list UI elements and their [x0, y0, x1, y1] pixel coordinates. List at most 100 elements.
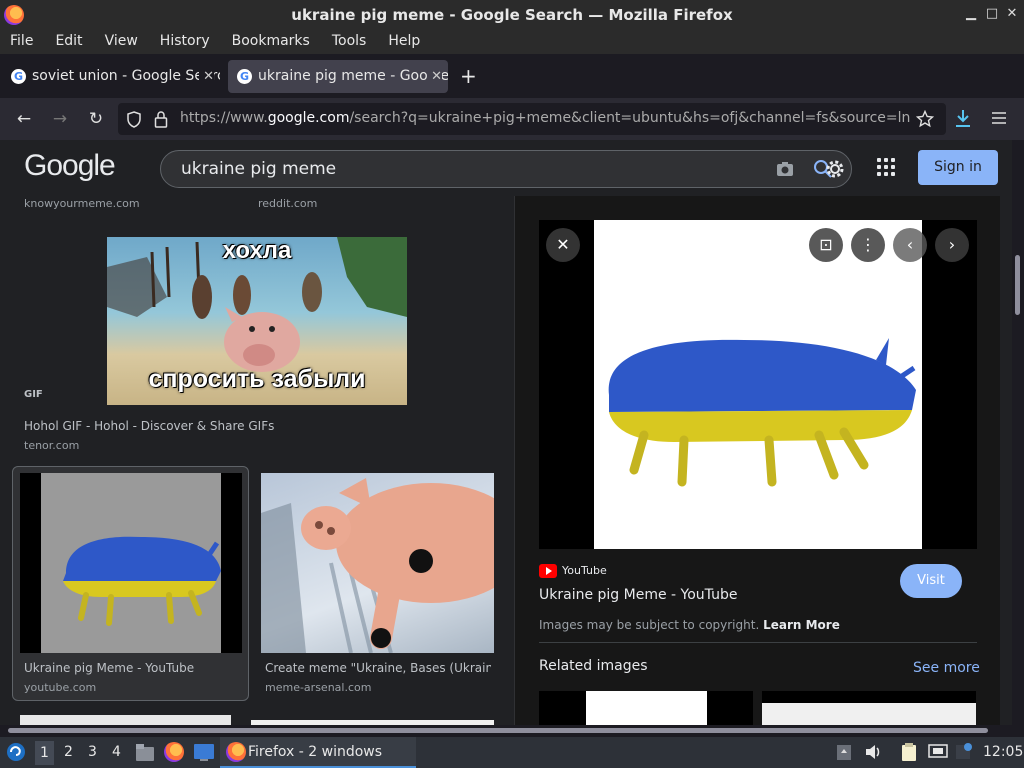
app-menu-icon[interactable] [991, 111, 1007, 125]
firefox-taskbar-button[interactable]: Firefox - 2 windows [220, 737, 416, 768]
menu-history[interactable]: History [160, 30, 210, 54]
forward-button[interactable]: → [49, 108, 71, 130]
notes-icon[interactable] [900, 742, 918, 762]
menubar: File Edit View History Bookmarks Tools H… [0, 30, 1024, 54]
scrollbar-thumb[interactable] [1015, 255, 1020, 315]
preview-site-name[interactable]: YouTube [562, 564, 607, 577]
previous-image-icon[interactable]: ‹ [893, 228, 927, 262]
downloads-icon[interactable] [954, 109, 972, 129]
tab-close-icon[interactable]: ✕ [199, 60, 214, 93]
preview-title[interactable]: Ukraine pig Meme - YouTube [539, 587, 737, 603]
file-manager-icon[interactable] [135, 743, 155, 762]
result-image-partial[interactable] [20, 715, 231, 725]
search-box[interactable] [160, 150, 852, 188]
see-more-link[interactable]: See more [913, 660, 980, 676]
camera-icon[interactable] [776, 161, 794, 177]
workspace-2[interactable]: 2 [64, 744, 73, 760]
clock[interactable]: 12:05 [983, 744, 1023, 760]
tab-ukraine-pig-meme[interactable]: G ukraine pig meme - Google Search ✕ [228, 60, 448, 93]
search-input[interactable] [181, 159, 741, 179]
meme-top-text: хохла [222, 237, 292, 264]
window-title: ukraine pig meme - Google Search — Mozil… [291, 6, 733, 24]
copyright-notice: Images may be subject to copyright. Lear… [539, 618, 840, 632]
learn-more-link[interactable]: Learn More [763, 618, 840, 632]
google-search-page: Google Sign in knowyourmeme.com reddit. [0, 140, 1012, 725]
clipboard-icon[interactable] [836, 743, 852, 761]
update-notification-icon[interactable] [955, 742, 973, 760]
sign-in-button[interactable]: Sign in [918, 150, 998, 185]
menu-tools[interactable]: Tools [332, 30, 367, 54]
more-options-icon[interactable]: ⋮ [851, 228, 885, 262]
lens-search-icon[interactable]: ⊡ [809, 228, 843, 262]
pig-thumbnail [63, 536, 221, 626]
close-preview-icon[interactable]: ✕ [546, 228, 580, 262]
volume-icon[interactable] [864, 743, 882, 761]
related-images-heading: Related images [539, 658, 648, 674]
tab-strip: G soviet union - Google Search ✕ G ukrai… [0, 54, 1024, 98]
back-button[interactable]: ← [13, 108, 35, 130]
network-icon[interactable] [928, 743, 948, 761]
result-title[interactable]: Create meme "Ukraine, Bases (Ukraine ... [265, 661, 491, 675]
close-window-button[interactable]: ✕ [1003, 5, 1021, 23]
image-results: knowyourmeme.com reddit.com хохла спроси… [0, 196, 512, 725]
desktop-icon[interactable] [193, 743, 215, 762]
lock-icon[interactable] [154, 110, 168, 128]
menu-view[interactable]: View [105, 30, 138, 54]
result-source[interactable]: knowyourmeme.com [24, 197, 140, 210]
url-bar[interactable]: https://www.google.com/search?q=ukraine+… [118, 103, 946, 135]
minimize-button[interactable]: ▁ [962, 5, 980, 23]
result-image-inflatable-pig[interactable] [261, 473, 494, 653]
result-title[interactable]: Hohol GIF - Hohol - Discover & Share GIF… [24, 419, 504, 433]
result-image-ukraine-pig[interactable] [20, 473, 242, 653]
gear-icon[interactable] [823, 157, 847, 181]
window-titlebar: ukraine pig meme - Google Search — Mozil… [0, 0, 1024, 30]
firefox-icon [226, 742, 246, 762]
tab-label: ukraine pig meme - Google Search [258, 68, 448, 84]
start-menu-icon[interactable] [6, 742, 26, 762]
new-tab-button[interactable]: + [460, 64, 477, 88]
preview-image-frame[interactable]: ✕ ⊡ ⋮ ‹ › [539, 220, 977, 549]
result-image-hohol-gif[interactable]: хохла спросить забыли [107, 237, 407, 405]
menu-file[interactable]: File [10, 30, 33, 54]
google-favicon-icon: G [237, 69, 252, 84]
tab-label: soviet union - Google Search [32, 68, 220, 84]
menu-help[interactable]: Help [388, 30, 420, 54]
divider [539, 642, 977, 643]
next-image-icon[interactable]: › [935, 228, 969, 262]
tab-close-icon[interactable]: ✕ [427, 60, 442, 93]
google-favicon-icon: G [11, 69, 26, 84]
image-preview-panel: ✕ ⊡ ⋮ ‹ › YouTube Ukraine pig Meme - You… [514, 196, 1000, 725]
workspace-1[interactable]: 1 [35, 741, 54, 765]
vertical-scrollbar[interactable] [1012, 140, 1024, 725]
menu-bookmarks[interactable]: Bookmarks [232, 30, 310, 54]
reload-button[interactable]: ↻ [85, 108, 107, 130]
result-title[interactable]: Ukraine pig Meme - YouTube [24, 661, 244, 675]
related-image[interactable] [762, 691, 976, 725]
shield-icon[interactable] [126, 111, 142, 128]
google-apps-icon[interactable] [877, 158, 895, 176]
visit-button[interactable]: Visit [900, 564, 962, 598]
inflatable-pig-scene [261, 478, 494, 653]
result-source[interactable]: youtube.com [24, 681, 96, 694]
maximize-button[interactable]: □ [983, 5, 1001, 23]
related-image[interactable] [539, 691, 753, 725]
horizontal-scrollbar[interactable] [0, 725, 1024, 737]
tab-soviet-union[interactable]: G soviet union - Google Search ✕ [2, 60, 220, 93]
taskbar-task-label: Firefox - 2 windows [248, 744, 383, 760]
workspace-3[interactable]: 3 [88, 744, 97, 760]
result-source[interactable]: reddit.com [258, 197, 317, 210]
url-text[interactable]: https://www.google.com/search?q=ukraine+… [180, 110, 910, 126]
google-logo[interactable]: Google [24, 149, 116, 183]
result-source[interactable]: tenor.com [24, 439, 79, 452]
navigation-bar: ← → ↻ https://www.google.com/search?q=uk… [0, 98, 1024, 140]
youtube-icon [539, 564, 557, 578]
scrollbar-thumb[interactable] [8, 728, 988, 733]
firefox-launcher-icon[interactable] [164, 742, 184, 762]
result-source[interactable]: meme-arsenal.com [265, 681, 371, 694]
menu-edit[interactable]: Edit [55, 30, 82, 54]
bookmark-star-icon[interactable] [916, 110, 934, 128]
preview-pig-image [608, 338, 916, 487]
meme-bottom-text: спросить забыли [148, 365, 366, 393]
gif-badge: GIF [24, 389, 43, 400]
workspace-4[interactable]: 4 [112, 744, 121, 760]
